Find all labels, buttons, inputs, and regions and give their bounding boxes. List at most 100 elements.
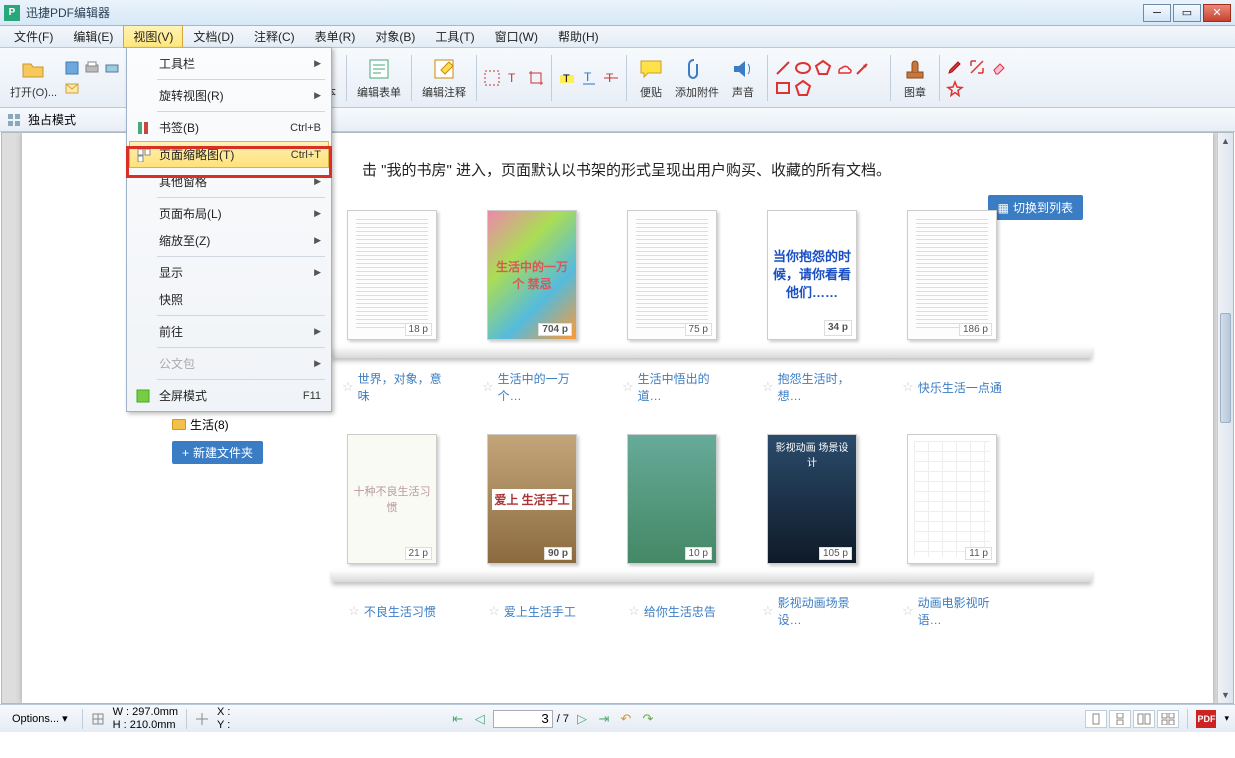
book-title[interactable]: ☆动画电影视听语… (902, 594, 1002, 628)
book-title[interactable]: ☆快乐生活一点通 (902, 370, 1002, 404)
underline-icon[interactable]: T (580, 69, 598, 87)
close-button[interactable]: ✕ (1203, 4, 1231, 22)
pencil-icon[interactable] (946, 58, 964, 76)
book-title[interactable]: ☆抱怨生活时，想… (762, 370, 862, 404)
book-title[interactable]: ☆生活中悟出的道… (622, 370, 722, 404)
book-item[interactable]: 10 p (622, 434, 722, 564)
chevron-right-icon: ▶ (314, 208, 321, 219)
dropdown-arrow-icon[interactable]: ▾ (1224, 713, 1229, 724)
dd-page-layout[interactable]: 页面布局(L)▶ (129, 200, 329, 227)
dd-snapshot[interactable]: 快照 (129, 286, 329, 313)
edit-comment-button[interactable]: 编辑注释 (418, 53, 470, 102)
menu-help[interactable]: 帮助(H) (548, 25, 609, 48)
dd-display[interactable]: 显示▶ (129, 259, 329, 286)
selection-icon[interactable] (483, 69, 501, 87)
book-item[interactable]: 186 p (902, 210, 1002, 340)
book-title[interactable]: ☆给你生活忠告 (622, 594, 722, 628)
menu-object[interactable]: 对象(B) (365, 25, 425, 48)
sound-button[interactable]: 声音 (725, 53, 761, 102)
menu-document[interactable]: 文档(D) (183, 25, 244, 48)
book-item[interactable]: 11 p (902, 434, 1002, 564)
book-title[interactable]: ☆不良生活习惯 (342, 594, 442, 628)
pdf-badge-icon[interactable]: PDF (1196, 710, 1216, 728)
arrow-icon[interactable] (854, 59, 872, 77)
open-button[interactable]: 打开(O)... (6, 53, 61, 102)
dd-goto[interactable]: 前往▶ (129, 318, 329, 345)
scroll-down-icon[interactable]: ▼ (1218, 687, 1233, 703)
dd-zoom-to[interactable]: 缩放至(Z)▶ (129, 227, 329, 254)
pentagon-icon[interactable] (794, 79, 812, 97)
menu-file[interactable]: 文件(F) (4, 25, 63, 48)
back-nav-icon[interactable]: ↶ (617, 710, 635, 728)
menu-form[interactable]: 表单(R) (305, 25, 366, 48)
prev-page-icon[interactable]: ◁ (471, 710, 489, 728)
text-select-icon[interactable]: T (505, 69, 523, 87)
minimize-button[interactable]: ─ (1143, 4, 1171, 22)
menu-view[interactable]: 视图(V) (123, 25, 183, 48)
sticky-note-button[interactable]: 便贴 (633, 53, 669, 102)
eraser-icon[interactable] (990, 58, 1008, 76)
book-item[interactable]: 18 p (342, 210, 442, 340)
resize-icon[interactable] (968, 58, 986, 76)
continuous-icon[interactable] (1109, 710, 1131, 728)
menu-comment[interactable]: 注释(C) (244, 25, 305, 48)
maximize-button[interactable]: ▭ (1173, 4, 1201, 22)
dd-thumbnails[interactable]: 页面缩略图(T)Ctrl+T (129, 141, 329, 168)
book-item[interactable]: 生活中的一万个 禁忌704 p (482, 210, 582, 340)
scroll-up-icon[interactable]: ▲ (1218, 133, 1233, 149)
rect-icon[interactable] (774, 79, 792, 97)
add-attachment-button[interactable]: 添加附件 (671, 53, 723, 102)
book-title[interactable]: ☆世界，对象，意味 (342, 370, 442, 404)
save-icon[interactable] (63, 59, 81, 77)
menu-edit[interactable]: 编辑(E) (63, 25, 123, 48)
mail-icon[interactable] (63, 79, 81, 97)
vertical-scrollbar[interactable]: ▲ ▼ (1217, 133, 1233, 703)
last-page-icon[interactable]: ⇥ (595, 710, 613, 728)
circle-icon[interactable] (794, 59, 812, 77)
options-button[interactable]: Options... ▾ (6, 710, 74, 727)
print-icon[interactable] (83, 59, 101, 77)
first-page-icon[interactable]: ⇤ (449, 710, 467, 728)
polygon-icon[interactable] (814, 59, 832, 77)
dd-fullscreen[interactable]: 全屏模式F11 (129, 382, 329, 409)
book-title[interactable]: ☆影视动画场景设… (762, 594, 862, 628)
scrollbar-thumb[interactable] (1220, 313, 1231, 423)
shelf-board (332, 346, 1092, 358)
highlight-icon[interactable]: T (558, 69, 576, 87)
new-folder-button[interactable]: +新建文件夹 (172, 441, 263, 464)
edit-form-button[interactable]: 编辑表单 (353, 53, 405, 102)
line-icon[interactable] (774, 59, 792, 77)
two-page-icon[interactable] (1133, 710, 1155, 728)
dd-rotate-view[interactable]: 旋转视图(R)▶ (129, 82, 329, 109)
menu-tools[interactable]: 工具(T) (425, 25, 484, 48)
strike-icon[interactable]: T (602, 69, 620, 87)
single-page-icon[interactable] (1085, 710, 1107, 728)
exclusive-mode-label[interactable]: 独占模式 (28, 111, 76, 128)
dd-other-panes[interactable]: 其他窗格▶ (129, 168, 329, 195)
book-item[interactable]: 十种不良生活习惯21 p (342, 434, 442, 564)
book-item[interactable]: 当你抱怨的时候，请你看看他们……34 p (762, 210, 862, 340)
forward-nav-icon[interactable]: ↷ (639, 710, 657, 728)
tree-item-life[interactable]: 生活(8) (172, 414, 263, 435)
page-input[interactable] (493, 710, 553, 728)
book-item[interactable]: 影视动画 场景设计105 p (762, 434, 862, 564)
star-shape-icon[interactable] (946, 80, 964, 98)
book-item[interactable]: 爱上 生活手工90 p (482, 434, 582, 564)
dd-toolbar[interactable]: 工具栏▶ (129, 50, 329, 77)
next-page-icon[interactable]: ▷ (573, 710, 591, 728)
menu-window[interactable]: 窗口(W) (485, 25, 548, 48)
book-title[interactable]: ☆生活中的一万个… (482, 370, 582, 404)
stamp-button[interactable]: 图章 (897, 53, 933, 102)
grid-icon[interactable] (6, 112, 22, 128)
dimensions-text: W : 297.0mm H : 210.0mm (113, 706, 178, 730)
cloud-icon[interactable] (834, 59, 852, 77)
crop-icon[interactable] (527, 69, 545, 87)
switch-to-list-button[interactable]: ▦ 切换到列表 (988, 195, 1083, 220)
book-title[interactable]: ☆爱上生活手工 (482, 594, 582, 628)
printer2-icon[interactable] (103, 59, 121, 77)
chevron-right-icon: ▶ (314, 90, 321, 101)
thumbnails-icon (136, 147, 152, 163)
two-continuous-icon[interactable] (1157, 710, 1179, 728)
book-item[interactable]: 75 p (622, 210, 722, 340)
dd-bookmark[interactable]: 书签(B)Ctrl+B (129, 114, 329, 141)
